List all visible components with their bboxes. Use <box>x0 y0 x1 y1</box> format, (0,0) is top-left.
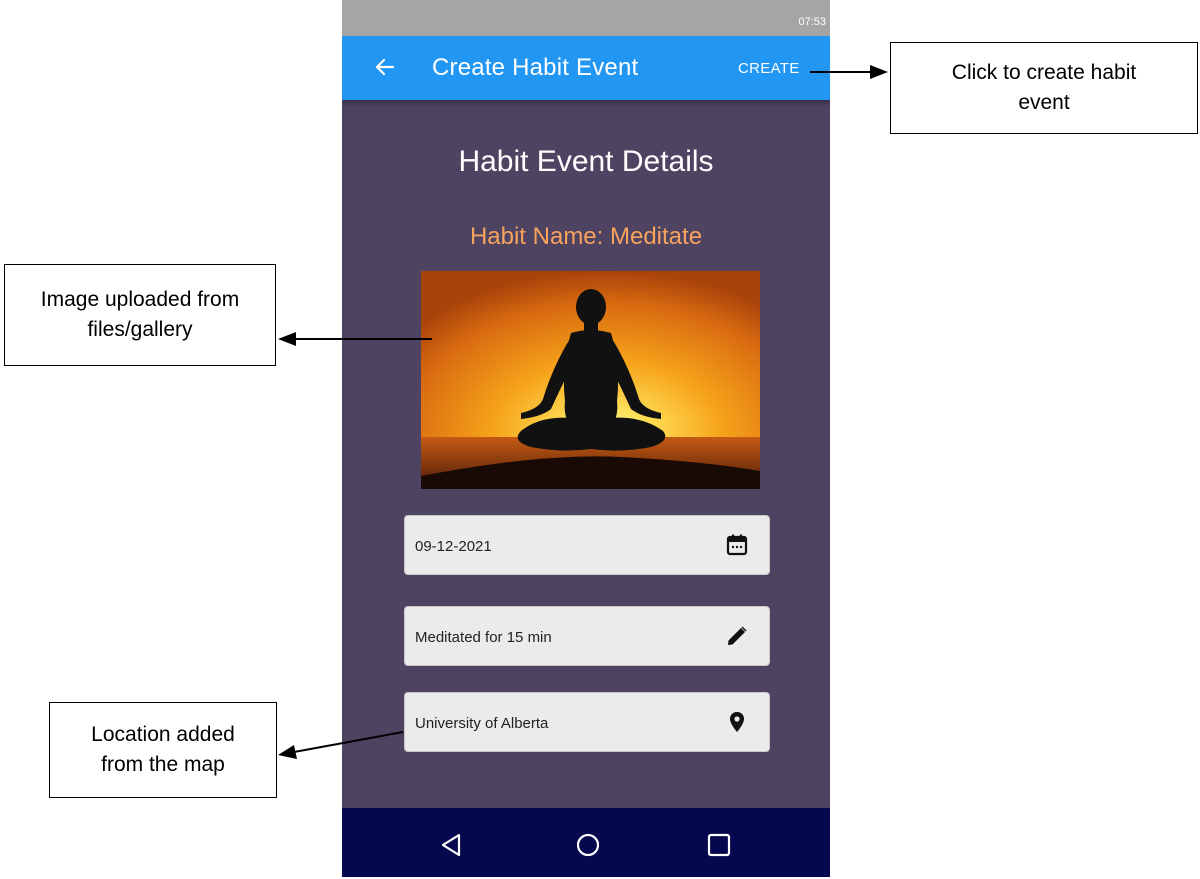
annotation-arrows <box>278 65 888 759</box>
arrow-to-callout-create <box>810 65 888 79</box>
arrow-to-callout-image <box>278 332 432 346</box>
arrow-to-callout-location <box>278 731 404 759</box>
